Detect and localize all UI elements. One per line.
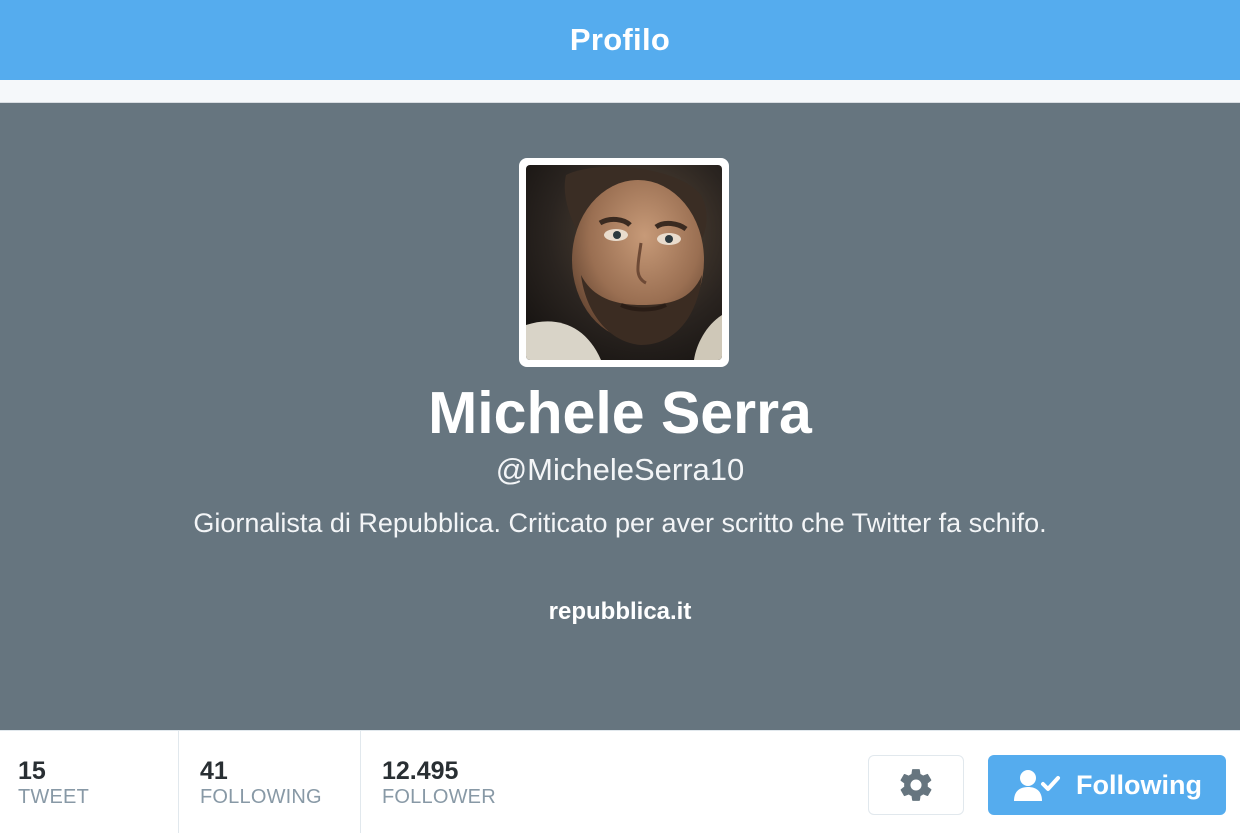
profile-header: Michele Serra @MicheleSerra10 Giornalist… (0, 103, 1240, 730)
profile-handle: @MicheleSerra10 (495, 452, 745, 487)
navbar-divider (0, 80, 1240, 103)
avatar-frame[interactable] (519, 158, 729, 367)
stat-following-label: FOLLOWING (200, 786, 322, 808)
gear-icon (900, 769, 932, 801)
following-button[interactable]: Following (988, 755, 1226, 815)
stat-tweets[interactable]: 15 TWEET (0, 731, 179, 833)
user-check-icon (1014, 770, 1060, 801)
profile-website-link[interactable]: repubblica.it (0, 595, 1240, 629)
following-label: Following (1076, 769, 1202, 800)
stat-followers[interactable]: 12.495 FOLLOWER (361, 731, 561, 833)
stat-following[interactable]: 41 FOLLOWING (179, 731, 361, 833)
avatar (526, 165, 722, 360)
top-navbar: Profilo (0, 0, 1240, 80)
profile-name: Michele Serra (428, 380, 812, 446)
profile-bio: Giornalista di Repubblica. Criticato per… (193, 508, 1047, 538)
page-title: Profilo (569, 22, 671, 57)
stat-following-value: 41 (200, 757, 228, 785)
profile-page: Profilo Michele Serra @MicheleSerra10 Gi… (0, 0, 1240, 833)
stats-bar: 15 TWEET 41 FOLLOWING 12.495 FOLLOWER Fo… (0, 730, 1240, 833)
stat-tweets-value: 15 (18, 757, 46, 785)
settings-button[interactable] (868, 755, 964, 815)
stat-followers-label: FOLLOWER (382, 786, 496, 808)
stat-tweets-label: TWEET (18, 786, 89, 808)
stat-followers-value: 12.495 (382, 757, 459, 785)
